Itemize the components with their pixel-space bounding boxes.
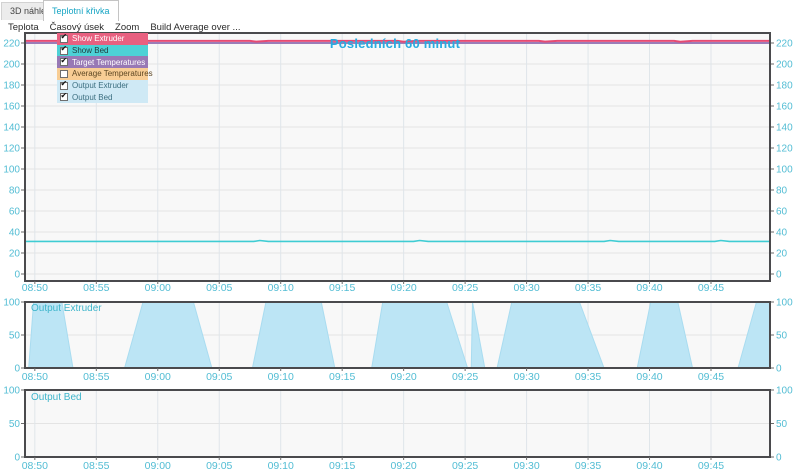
svg-text:20: 20 <box>9 249 21 260</box>
legend-label: Output Bed <box>72 93 112 102</box>
legend-label: Show Bed <box>72 46 108 55</box>
svg-text:100: 100 <box>776 298 793 309</box>
svg-text:09:30: 09:30 <box>513 460 539 472</box>
svg-text:09:30: 09:30 <box>513 371 539 382</box>
svg-text:09:20: 09:20 <box>391 371 417 382</box>
svg-text:09:25: 09:25 <box>452 460 478 472</box>
output-bed-chart[interactable]: 0 0 50 50 100 100 08:50 08:55 09:00 09:05 09:10 09:… <box>0 384 800 475</box>
svg-text:50: 50 <box>776 331 788 342</box>
svg-text:09:30: 09:30 <box>513 282 539 294</box>
svg-text:09:10: 09:10 <box>268 282 294 294</box>
svg-text:0: 0 <box>14 364 20 375</box>
svg-text:140: 140 <box>776 123 793 134</box>
svg-text:50: 50 <box>9 331 21 342</box>
svg-text:80: 80 <box>9 186 21 197</box>
show-bed-checkbox[interactable]: ✔ <box>60 47 68 55</box>
svg-text:09:05: 09:05 <box>206 371 232 382</box>
svg-text:09:40: 09:40 <box>636 460 662 472</box>
tab-temperature-curve[interactable]: Teplotní křivka <box>43 0 119 21</box>
svg-text:09:20: 09:20 <box>391 460 417 472</box>
svg-text:0: 0 <box>14 270 20 281</box>
svg-text:09:05: 09:05 <box>206 460 232 472</box>
svg-text:120: 120 <box>776 144 793 155</box>
svg-text:200: 200 <box>3 60 20 71</box>
svg-text:09:25: 09:25 <box>452 282 478 294</box>
svg-text:09:25: 09:25 <box>452 371 478 382</box>
svg-text:08:50: 08:50 <box>22 460 48 472</box>
svg-text:50: 50 <box>776 419 788 430</box>
svg-text:08:55: 08:55 <box>83 460 109 472</box>
svg-text:09:35: 09:35 <box>575 282 601 294</box>
svg-text:100: 100 <box>776 386 793 397</box>
svg-text:80: 80 <box>776 186 788 197</box>
svg-text:60: 60 <box>9 207 21 218</box>
svg-text:0: 0 <box>776 270 782 281</box>
legend-label: Show Extruder <box>72 34 124 43</box>
svg-text:09:35: 09:35 <box>575 371 601 382</box>
svg-text:09:45: 09:45 <box>698 371 724 382</box>
app-window: 3D náhled Teplotní křivka Teplota Časový… <box>0 0 800 475</box>
average-temperatures-checkbox[interactable] <box>60 70 68 78</box>
svg-text:09:40: 09:40 <box>636 371 662 382</box>
svg-text:50: 50 <box>9 419 21 430</box>
svg-text:100: 100 <box>3 298 20 309</box>
tab-bar: 3D náhled Teplotní křivka <box>0 0 800 21</box>
svg-text:09:20: 09:20 <box>391 282 417 294</box>
svg-text:09:45: 09:45 <box>698 460 724 472</box>
output-extruder-chart[interactable]: 0 0 50 50 100 100 08:50 08:55 09:00 09:05 09:10 09:… <box>0 294 800 382</box>
svg-text:09:45: 09:45 <box>698 282 724 294</box>
svg-text:09:15: 09:15 <box>329 282 355 294</box>
legend-label: Average Temperatures <box>72 69 153 78</box>
svg-text:20: 20 <box>776 249 788 260</box>
svg-text:08:55: 08:55 <box>83 371 109 382</box>
svg-text:180: 180 <box>776 81 793 92</box>
show-extruder-checkbox[interactable]: ✔ <box>60 35 68 43</box>
svg-text:100: 100 <box>3 165 20 176</box>
svg-text:220: 220 <box>776 39 793 50</box>
svg-text:08:50: 08:50 <box>22 282 48 294</box>
svg-text:0: 0 <box>14 453 20 464</box>
svg-text:09:35: 09:35 <box>575 460 601 472</box>
legend-output-bed[interactable]: ✔ Output Bed <box>57 91 148 103</box>
svg-text:220: 220 <box>3 39 20 50</box>
svg-text:09:10: 09:10 <box>268 371 294 382</box>
target-temperatures-checkbox[interactable]: ✔ <box>60 58 68 66</box>
svg-text:40: 40 <box>9 228 21 239</box>
svg-text:09:00: 09:00 <box>145 460 171 472</box>
svg-text:09:15: 09:15 <box>329 371 355 382</box>
svg-text:100: 100 <box>3 386 20 397</box>
legend-show-bed[interactable]: ✔ Show Bed <box>57 45 148 57</box>
svg-text:160: 160 <box>3 102 20 113</box>
svg-text:0: 0 <box>776 453 782 464</box>
svg-text:0: 0 <box>776 364 782 375</box>
svg-text:180: 180 <box>3 81 20 92</box>
svg-text:160: 160 <box>776 102 793 113</box>
svg-text:09:15: 09:15 <box>329 460 355 472</box>
svg-text:09:05: 09:05 <box>206 282 232 294</box>
svg-text:09:00: 09:00 <box>145 282 171 294</box>
svg-text:08:55: 08:55 <box>83 282 109 294</box>
svg-text:60: 60 <box>776 207 788 218</box>
legend-output-extruder[interactable]: ✔ Output Extruder <box>57 80 148 92</box>
legend-label: Output Extruder <box>72 81 128 90</box>
svg-text:140: 140 <box>3 123 20 134</box>
chart-legend: ✔ Show Extruder ✔ Show Bed ✔ Target Temp… <box>57 33 148 103</box>
legend-show-extruder[interactable]: ✔ Show Extruder <box>57 33 148 45</box>
svg-text:09:10: 09:10 <box>268 460 294 472</box>
legend-target-temperatures[interactable]: ✔ Target Temperatures <box>57 56 148 68</box>
svg-text:08:50: 08:50 <box>22 371 48 382</box>
legend-average-temperatures[interactable]: Average Temperatures <box>57 68 148 80</box>
svg-text:100: 100 <box>776 165 793 176</box>
legend-label: Target Temperatures <box>72 58 145 67</box>
svg-text:120: 120 <box>3 144 20 155</box>
svg-text:09:00: 09:00 <box>145 371 171 382</box>
svg-text:09:40: 09:40 <box>636 282 662 294</box>
svg-text:200: 200 <box>776 60 793 71</box>
output-bed-checkbox[interactable]: ✔ <box>60 93 68 101</box>
output-extruder-checkbox[interactable]: ✔ <box>60 82 68 90</box>
svg-text:40: 40 <box>776 228 788 239</box>
